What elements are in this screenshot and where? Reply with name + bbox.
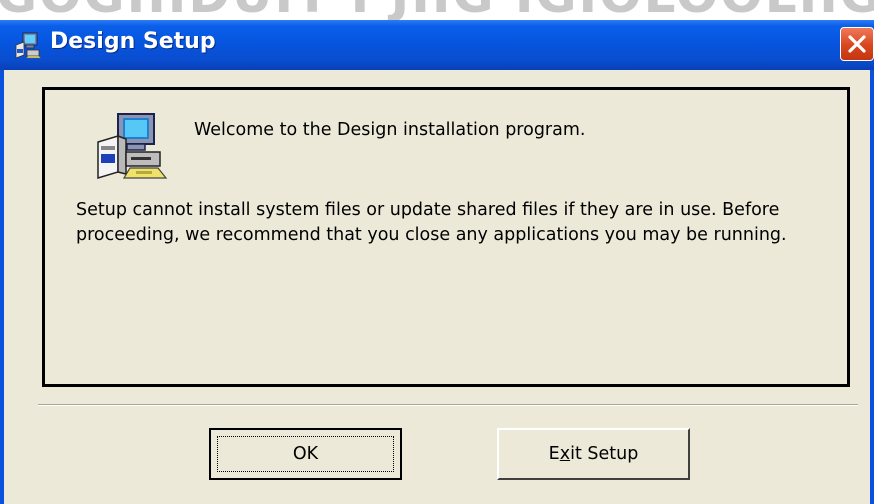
setup-computer-icon: [97, 113, 168, 180]
button-separator: [38, 404, 858, 406]
ok-button[interactable]: OK: [209, 428, 402, 480]
exit-button-mnemonic: x: [559, 444, 571, 464]
setup-computer-icon: [15, 32, 42, 59]
close-icon: [848, 35, 866, 53]
close-button[interactable]: [840, 27, 874, 61]
welcome-text: Welcome to the Design installation progr…: [194, 120, 586, 140]
setup-dialog-window: Design Setup Welcome to the Design insta…: [0, 20, 874, 504]
title-bar[interactable]: Design Setup: [0, 20, 874, 70]
window-title: Design Setup: [50, 29, 216, 54]
exit-button-label-prefix: E: [548, 444, 560, 464]
background-cut-text: GOGIIIDUIT I JIIG IGIOLOOLIIG: [0, 0, 874, 20]
focus-rectangle: [217, 436, 394, 472]
in-use-warning-text: Setup cannot install system files or upd…: [76, 200, 787, 245]
background-text-strip: GOGIIIDUIT I JIIG IGIOLOOLIIG: [0, 0, 874, 20]
welcome-panel: Welcome to the Design installation progr…: [42, 87, 850, 387]
exit-button-label-suffix: it Setup: [570, 444, 639, 464]
exit-setup-button[interactable]: Exit Setup: [497, 428, 690, 480]
